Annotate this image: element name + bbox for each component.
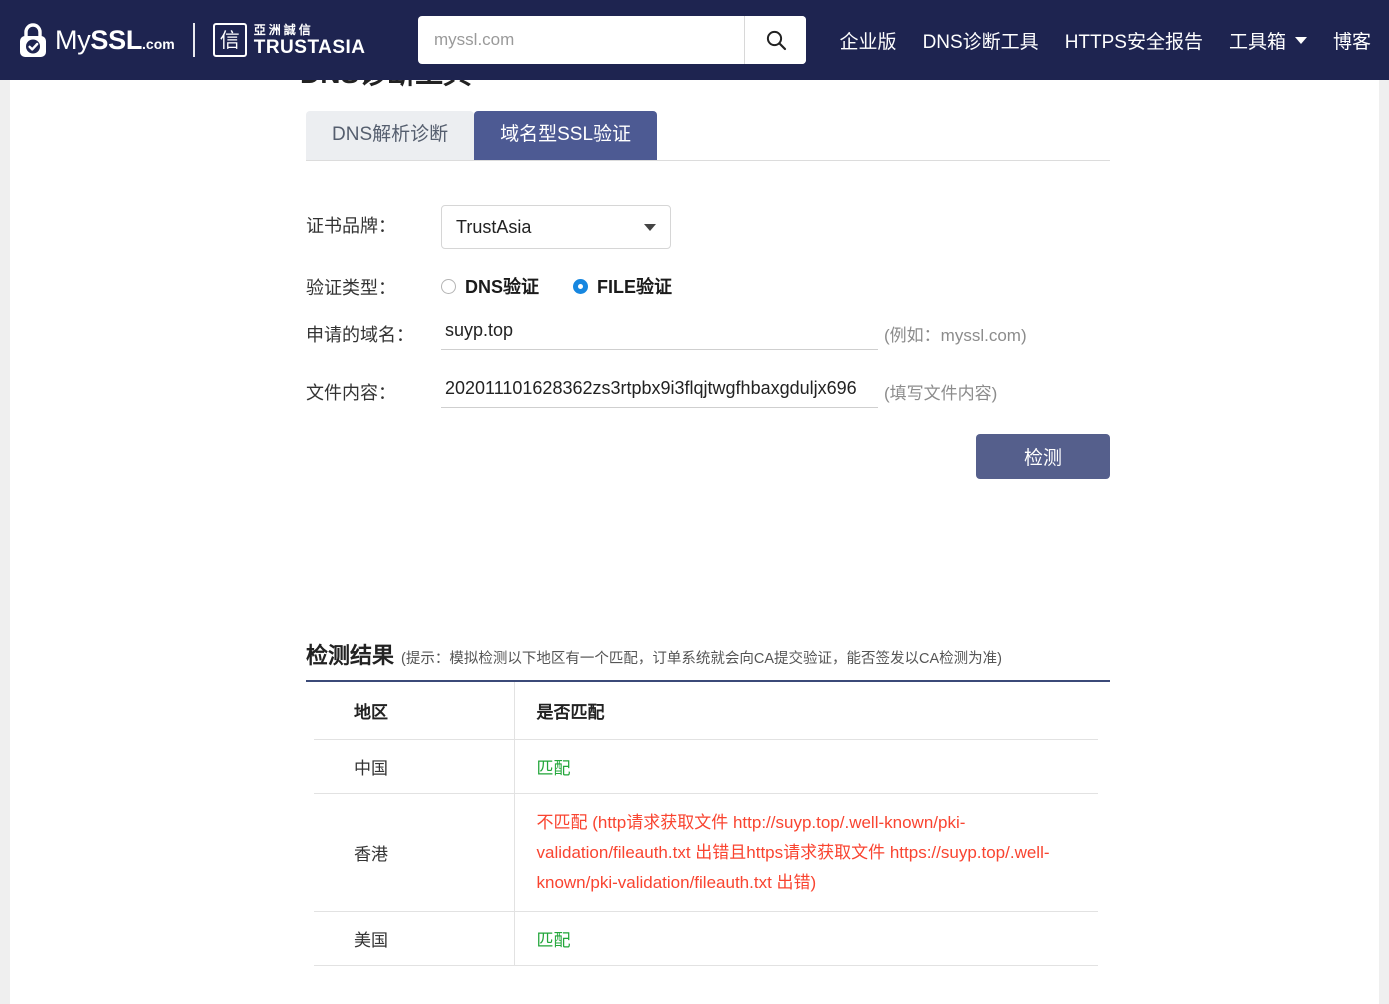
- status-badge: 匹配: [536, 759, 571, 778]
- cert-brand-select[interactable]: TrustAsia: [441, 205, 671, 249]
- verify-type-options: DNS验证 FILE验证: [441, 267, 672, 299]
- domain-label: 申请的域名：: [306, 325, 414, 345]
- radio-dns-label: DNS验证: [465, 277, 540, 297]
- tab-domain-ssl-validation[interactable]: 域名型SSL验证: [474, 111, 658, 160]
- status-badge: 不匹配 (http请求获取文件 http://suyp.top/.well-kn…: [536, 813, 1050, 892]
- trustasia-logo[interactable]: 信 亞洲誠信 TRUSTASIA: [212, 23, 366, 57]
- cell-region-hk: 香港: [314, 793, 515, 913]
- radio-dns-icon[interactable]: [441, 278, 456, 294]
- row-cert-brand: 证书品牌： TrustAsia: [306, 205, 1116, 249]
- brand-my: My: [55, 24, 91, 55]
- brand-ssl: SSL: [90, 24, 143, 55]
- trustasia-cn: 亞洲誠信: [253, 22, 314, 37]
- nav-item-toolbox[interactable]: 工具箱: [1229, 27, 1307, 54]
- table-row: 香港 不匹配 (http请求获取文件 http://suyp.top/.well…: [314, 793, 1098, 913]
- brand-divider: [192, 23, 195, 57]
- site-header: MySSL.com 信 亞洲誠信 TRUSTASIA 企业版 DNS诊断工具: [0, 0, 1389, 80]
- results-header: 检测结果 (提示：模拟检测以下地区有一个匹配，订单系统就会向CA提交验证，能否签…: [306, 638, 1110, 682]
- trustasia-wordmark: 亞洲誠信 TRUSTASIA: [254, 24, 366, 57]
- chevron-down-icon: [1294, 36, 1307, 44]
- row-verify-type: 验证类型： DNS验证 FILE验证: [306, 267, 1116, 300]
- chevron-down-icon: [644, 224, 656, 231]
- row-domain: 申请的域名： (例如：myssl.com): [306, 314, 1116, 350]
- file-content-input[interactable]: [445, 378, 876, 399]
- cell-region-us: 美国: [314, 911, 515, 967]
- cert-brand-value: TrustAsia: [456, 216, 532, 237]
- file-content-field-wrap[interactable]: (填写文件内容): [441, 372, 997, 408]
- column-header-match: 是否匹配: [514, 682, 1098, 740]
- nav-item-enterprise[interactable]: 企业版: [840, 27, 897, 54]
- nav-item-toolbox-label: 工具箱: [1228, 31, 1286, 53]
- brand-logo[interactable]: MySSL.com 信 亞洲誠信 TRUSTASIA: [16, 0, 366, 80]
- nav-item-https-report[interactable]: HTTPS安全报告: [1065, 27, 1203, 54]
- domain-input[interactable]: [445, 320, 876, 341]
- trustasia-seal-icon: 信: [212, 23, 247, 57]
- validation-form: 证书品牌： TrustAsia 验证类型： DNS验证 FILE验证 申请的域名…: [306, 205, 1116, 479]
- verify-type-label: 验证类型：: [306, 278, 396, 298]
- lock-icon: [20, 23, 46, 57]
- cert-brand-label: 证书品牌：: [306, 216, 396, 236]
- search-icon: [766, 30, 786, 51]
- row-file-content: 文件内容： (填写文件内容): [306, 372, 1116, 408]
- detect-button[interactable]: 检测: [976, 434, 1110, 479]
- file-content-label: 文件内容：: [306, 383, 396, 403]
- brand-dotcom: .com: [142, 35, 175, 52]
- radio-option-dns[interactable]: DNS验证: [441, 273, 539, 299]
- nav-item-blog[interactable]: 博客: [1333, 27, 1371, 54]
- results-table: 地区 是否匹配 中国 匹配 香港 不匹配 (http请求获取文件 http://…: [314, 682, 1098, 967]
- radio-file-label: FILE验证: [597, 277, 673, 297]
- trustasia-en: TRUSTASIA: [253, 36, 366, 58]
- status-badge: 匹配: [536, 931, 571, 951]
- file-content-hint: (填写文件内容): [884, 384, 998, 403]
- radio-option-file[interactable]: FILE验证: [573, 273, 672, 299]
- results-hint: (提示：模拟检测以下地区有一个匹配，订单系统就会向CA提交验证，能否签发以CA检…: [401, 651, 1002, 667]
- tab-dns-diagnosis[interactable]: DNS解析诊断: [306, 111, 475, 160]
- results-section: 检测结果 (提示：模拟检测以下地区有一个匹配，订单系统就会向CA提交验证，能否签…: [306, 638, 1110, 967]
- domain-field-wrap[interactable]: (例如：myssl.com): [441, 314, 1027, 350]
- cell-region-cn: 中国: [314, 739, 515, 794]
- page-root: DNS诊断工具 MySSL.com 信 亞洲誠信 TRUSTASIA: [0, 0, 1389, 1004]
- radio-file-icon[interactable]: [573, 278, 589, 294]
- table-row: 中国 匹配: [314, 739, 1098, 794]
- domain-hint: (例如：myssl.com): [884, 326, 1027, 345]
- nav-item-dns-tool[interactable]: DNS诊断工具: [923, 27, 1039, 54]
- table-row: 美国 匹配: [314, 911, 1098, 967]
- tab-bar: DNS解析诊断 域名型SSL验证: [306, 111, 1110, 161]
- search-box[interactable]: [418, 16, 806, 64]
- main-nav: 企业版 DNS诊断工具 HTTPS安全报告 工具箱 博客: [840, 0, 1371, 80]
- search-input[interactable]: [418, 16, 744, 64]
- brand-wordmark: MySSL.com: [55, 25, 175, 56]
- search-button[interactable]: [744, 16, 806, 64]
- column-header-region: 地区: [314, 682, 515, 740]
- results-title: 检测结果: [306, 643, 395, 668]
- submit-row: 检测: [306, 434, 1110, 479]
- table-header-row: 地区 是否匹配: [314, 682, 1098, 740]
